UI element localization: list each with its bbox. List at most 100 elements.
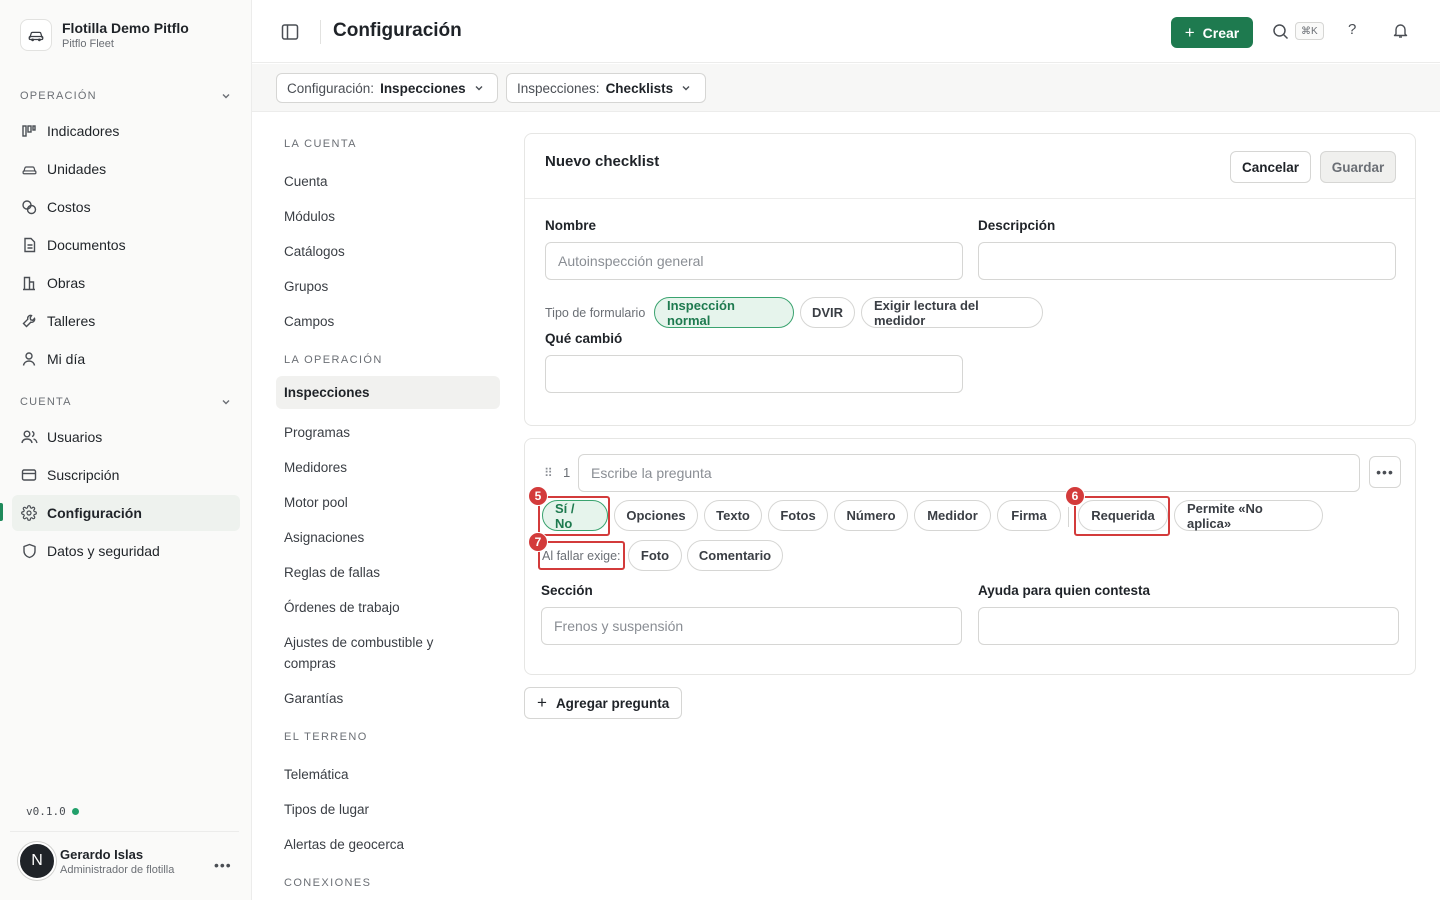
chevron-down-icon	[221, 91, 231, 101]
settings-item-reglas-fallas[interactable]: Reglas de fallas	[276, 556, 500, 589]
help-text-input[interactable]	[978, 607, 1399, 645]
settings-item-programas[interactable]: Programas	[276, 416, 500, 449]
cancel-button[interactable]: Cancelar	[1230, 151, 1311, 183]
settings-item-ajustes-combustible[interactable]: Ajustes de combustible y compras	[276, 626, 476, 680]
type-medidor[interactable]: Medidor	[914, 500, 991, 531]
add-question-button[interactable]: + Agregar pregunta	[524, 687, 683, 719]
type-fotos[interactable]: Fotos	[768, 500, 828, 531]
user-name: Gerardo Islas	[60, 846, 144, 862]
org-subtitle: Pitflo Fleet	[62, 38, 114, 50]
sidebar-item-label: Costos	[47, 199, 91, 215]
more-horizontal-icon[interactable]: •••	[214, 857, 232, 873]
user-role: Administrador de flotilla	[60, 863, 175, 876]
type-firma[interactable]: Firma	[997, 500, 1061, 531]
sidebar-item-label: Obras	[47, 275, 86, 291]
settings-item-ordenes-trabajo[interactable]: Órdenes de trabajo	[276, 591, 500, 624]
settings-item-telematica[interactable]: Telemática	[276, 758, 500, 791]
coins-icon	[20, 198, 38, 216]
sidebar-item-label: Datos y seguridad	[47, 543, 160, 559]
chevron-down-icon	[681, 83, 691, 93]
drag-handle-icon[interactable]: ⠿	[544, 466, 553, 480]
section-label: Sección	[541, 583, 593, 598]
sidebar-item-costos[interactable]: Costos	[12, 189, 240, 225]
search-icon[interactable]	[1272, 23, 1290, 41]
description-input[interactable]	[978, 242, 1396, 280]
type-numero[interactable]: Número	[834, 500, 908, 531]
settings-item-alertas-geocerca[interactable]: Alertas de geocerca	[276, 828, 500, 861]
settings-item-medidores[interactable]: Medidores	[276, 451, 500, 484]
sidebar-item-label: Mi día	[47, 351, 86, 367]
flag-permite-no-aplica[interactable]: Permite «No aplica»	[1174, 500, 1323, 531]
building-icon	[20, 274, 38, 292]
car-icon	[20, 19, 52, 51]
settings-item-catalogos[interactable]: Catálogos	[276, 235, 500, 268]
credit-card-icon	[20, 466, 38, 484]
type-texto[interactable]: Texto	[704, 500, 762, 531]
settings-item-motor-pool[interactable]: Motor pool	[276, 486, 500, 519]
divider	[1068, 507, 1069, 527]
document-icon	[20, 236, 38, 254]
filter-key: Inspecciones:	[517, 80, 600, 96]
settings-section-label: LA CUENTA	[284, 138, 357, 150]
create-button[interactable]: + Crear	[1171, 17, 1253, 48]
chevron-down-icon	[474, 83, 484, 93]
form-type-exigir-medidor[interactable]: Exigir lectura del medidor	[861, 297, 1043, 328]
name-input[interactable]	[545, 242, 963, 280]
fail-foto[interactable]: Foto	[628, 540, 682, 571]
sidebar-item-obras[interactable]: Obras	[12, 265, 240, 301]
changed-input[interactable]	[545, 355, 963, 393]
filter-key: Configuración:	[287, 80, 375, 96]
settings-item-asignaciones[interactable]: Asignaciones	[276, 521, 500, 554]
sidebar-item-mi-dia[interactable]: Mi día	[12, 341, 240, 377]
car-icon	[20, 160, 38, 178]
checklist-card: Nuevo checklist Cancelar Guardar Nombre …	[524, 133, 1416, 426]
type-si-no[interactable]: Sí / No	[542, 500, 608, 531]
settings-item-cuenta[interactable]: Cuenta	[276, 165, 500, 198]
sidebar: Flotilla Demo Pitflo Pitflo Fleet OPERAC…	[0, 0, 252, 900]
filter-configuracion[interactable]: Configuración: Inspecciones	[276, 73, 498, 103]
form-type-dvir[interactable]: DVIR	[800, 297, 855, 328]
card-title: Nuevo checklist	[545, 153, 660, 170]
sidebar-item-talleres[interactable]: Talleres	[12, 303, 240, 339]
plus-icon: +	[537, 693, 547, 712]
sidebar-item-suscripcion[interactable]: Suscripción	[12, 457, 240, 493]
user-profile[interactable]: N Gerardo Islas Administrador de flotill…	[18, 842, 174, 880]
question-more-button[interactable]: •••	[1369, 456, 1401, 488]
sidebar-item-unidades[interactable]: Unidades	[12, 151, 240, 187]
settings-item-campos[interactable]: Campos	[276, 305, 500, 338]
sidebar-item-documentos[interactable]: Documentos	[12, 227, 240, 263]
sidebar-section-cuenta[interactable]: CUENTA	[20, 396, 231, 408]
settings-item-tipos-lugar[interactable]: Tipos de lugar	[276, 793, 500, 826]
chevron-down-icon	[221, 397, 231, 407]
sidebar-item-label: Usuarios	[47, 429, 103, 445]
settings-item-grupos[interactable]: Grupos	[276, 270, 500, 303]
settings-item-garantias[interactable]: Garantías	[276, 682, 500, 715]
type-opciones[interactable]: Opciones	[614, 500, 698, 531]
sidebar-item-usuarios[interactable]: Usuarios	[12, 419, 240, 455]
settings-item-inspecciones[interactable]: Inspecciones	[276, 376, 500, 409]
sidebar-item-indicadores[interactable]: Indicadores	[12, 113, 240, 149]
sidebar-toggle-icon[interactable]	[280, 22, 300, 42]
shield-icon	[20, 542, 38, 560]
save-button[interactable]: Guardar	[1320, 151, 1396, 183]
help-text-label: Ayuda para quien contesta	[978, 583, 1151, 598]
settings-item-modulos[interactable]: Módulos	[276, 200, 500, 233]
question-card: ⠿ 1 ••• Sí / No Opciones Texto Fotos Núm…	[524, 438, 1416, 675]
question-input[interactable]	[578, 454, 1360, 492]
bell-icon[interactable]	[1392, 22, 1410, 40]
form-type-inspeccion-normal[interactable]: Inspección normal	[654, 297, 794, 328]
annotation-badge-7: 7	[528, 532, 548, 552]
sidebar-item-datos-seguridad[interactable]: Datos y seguridad	[12, 533, 240, 569]
filter-inspecciones[interactable]: Inspecciones: Checklists	[506, 73, 706, 103]
section-input[interactable]	[541, 607, 962, 645]
org-name: Flotilla Demo Pitflo	[62, 20, 189, 36]
sidebar-section-operacion[interactable]: OPERACIÓN	[20, 90, 231, 102]
org-switcher[interactable]: Flotilla Demo Pitflo Pitflo Fleet	[20, 19, 189, 51]
fail-comentario[interactable]: Comentario	[687, 540, 783, 571]
bar-chart-icon	[20, 122, 38, 140]
flag-requerida[interactable]: Requerida	[1078, 500, 1168, 531]
user-icon	[20, 350, 38, 368]
help-icon[interactable]: ?	[1348, 21, 1356, 38]
filter-bar: Configuración: Inspecciones Inspecciones…	[252, 64, 1440, 112]
sidebar-item-configuracion[interactable]: Configuración	[12, 495, 240, 531]
